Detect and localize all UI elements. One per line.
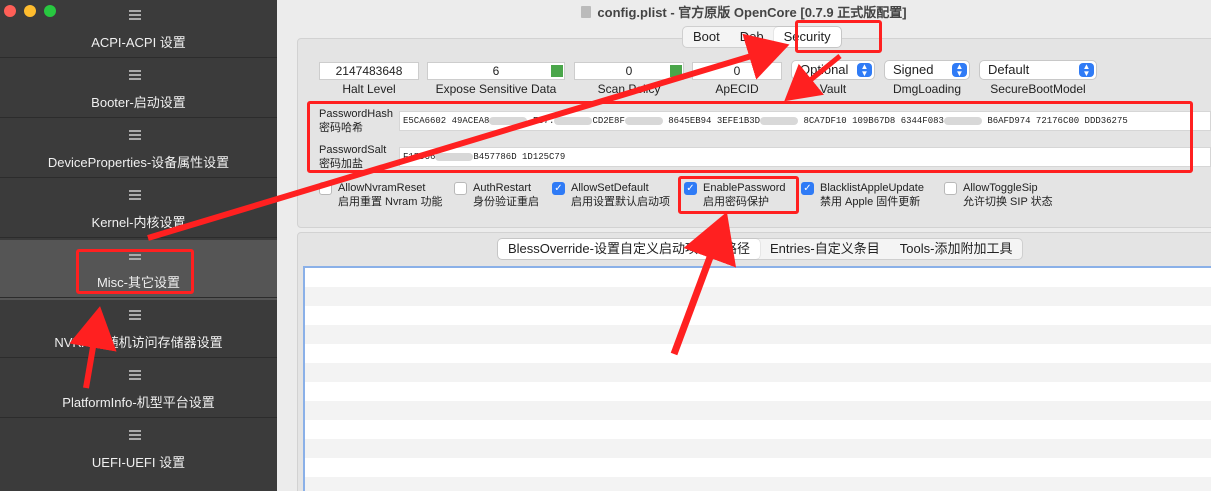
arrow-to-enable-password [670,211,737,356]
arrow-security-to-password [784,54,842,102]
arrow-up-to-misc [69,306,117,389]
arrow-misc-to-security [147,33,790,241]
annotation-arrows [69,33,842,389]
